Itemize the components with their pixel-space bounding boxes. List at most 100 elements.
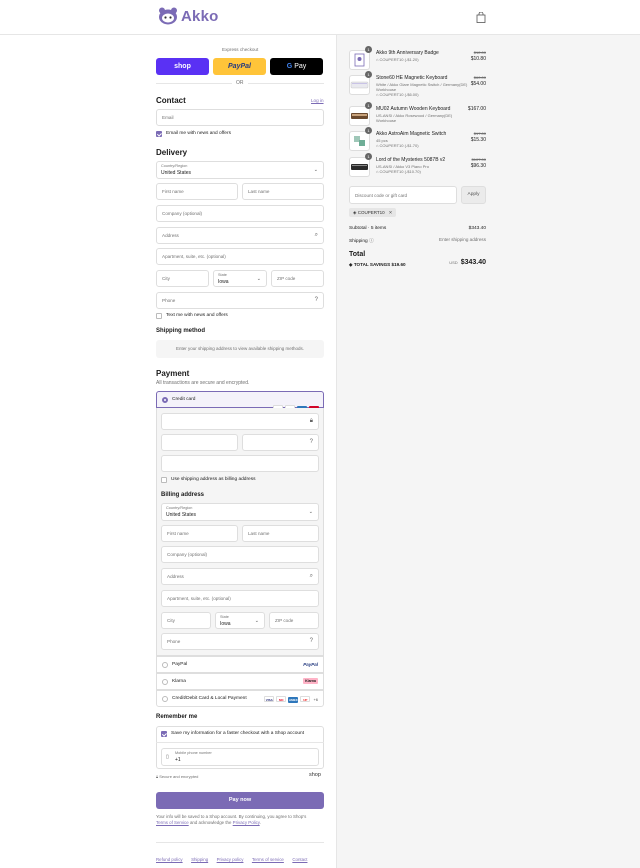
refund-policy-link[interactable]: Refund policy <box>156 857 183 862</box>
use-shipping-checkbox[interactable] <box>161 477 167 483</box>
shipping-value: Enter shipping address <box>439 237 486 242</box>
product-thumbnail <box>349 106 370 126</box>
secure-label: 🔒︎ Secure and encrypted <box>156 774 198 779</box>
close-icon[interactable]: ✕ <box>389 210 393 215</box>
billing-last-name-field[interactable]: Last name <box>242 525 319 542</box>
item-discount: ⌂ COUPERT10 (-$1.70) <box>376 143 419 148</box>
item-new-price: $54.00 <box>470 81 486 87</box>
total-amount: $343.40 <box>460 259 486 266</box>
contact-link[interactable]: Contact <box>292 857 307 862</box>
billing-apartment-field[interactable]: Apartment, suite, etc. (optional) <box>161 590 319 607</box>
apply-button[interactable]: Apply <box>461 186 486 204</box>
paypal-radio[interactable] <box>162 662 168 668</box>
discount-code-field[interactable]: Discount code or gift card <box>349 186 457 204</box>
item-new-price: $10.80 <box>470 56 486 62</box>
shipping-label-text: Shipping <box>349 239 368 244</box>
item-name: MU02 Autumn Wooden Keyboard <box>376 106 451 112</box>
google-pay-button[interactable]: G Pay <box>270 58 323 75</box>
pay-now-button[interactable]: Pay now <box>156 792 324 809</box>
billing-zip-field[interactable]: ZIP code <box>269 612 319 629</box>
legal-dot: . <box>259 820 261 825</box>
privacy-policy-link[interactable]: Privacy policy <box>217 857 244 862</box>
klarna-option[interactable]: Klarna Klarna <box>156 673 324 690</box>
more-cards-count: +6 <box>313 697 318 702</box>
paypal-logo: PayPal <box>303 662 318 667</box>
name-on-card-field[interactable] <box>161 455 319 472</box>
shop-logo: shop <box>309 772 321 778</box>
amex-icon: AMEX <box>288 697 299 703</box>
billing-first-name-field[interactable]: First name <box>161 525 238 542</box>
country-select[interactable]: Country/Region United States ⌄ <box>156 161 324 179</box>
klarna-radio[interactable] <box>162 679 168 685</box>
discount-placeholder: Discount code or gift card <box>355 193 408 198</box>
card-number-field[interactable]: 🔒︎ <box>161 413 319 430</box>
chevron-down-icon: ⌄ <box>308 509 313 515</box>
last-name-field[interactable]: Last name <box>242 183 324 200</box>
credit-card-radio[interactable] <box>162 397 168 403</box>
paypal-button[interactable]: PayPal <box>213 58 266 75</box>
phone-field[interactable]: Phone? <box>156 292 324 309</box>
card-brands: VISA MC AMEX UP +6 <box>262 696 318 703</box>
help-icon[interactable]: ⓘ <box>369 239 374 244</box>
paypal-label: PayPal <box>228 63 251 70</box>
terms-of-service-link[interactable]: Terms of service <box>252 857 284 862</box>
billing-address-field[interactable]: Address ⌕ <box>161 568 319 585</box>
billing-city-field[interactable]: City <box>161 612 211 629</box>
login-link[interactable]: Log in <box>311 98 324 103</box>
save-info-label: Save my information for a faster checkou… <box>171 731 305 736</box>
local-payment-radio[interactable] <box>162 696 168 702</box>
company-field[interactable]: Company (optional) <box>156 205 324 222</box>
shopping-bag-icon[interactable] <box>476 12 486 23</box>
total-value: USD $343.40 <box>420 251 486 269</box>
product-thumbnail <box>349 131 370 151</box>
paypal-option-label: PayPal <box>172 662 188 667</box>
shop-pay-button[interactable]: shop <box>156 58 209 75</box>
first-name-placeholder: First name <box>162 189 184 194</box>
billing-country-select[interactable]: Country/Region United States ⌄ <box>161 503 319 521</box>
save-info-checkbox[interactable] <box>161 731 167 737</box>
credit-card-label: Credit card <box>172 397 196 402</box>
help-icon[interactable]: ? <box>310 439 313 445</box>
billing-address-placeholder: Address <box>167 574 184 579</box>
terms-link[interactable]: Terms of Service <box>156 820 189 825</box>
paypal-option[interactable]: PayPal PayPal <box>156 656 324 673</box>
billing-phone-field[interactable]: Phone? <box>161 633 319 650</box>
billing-company-field[interactable]: Company (optional) <box>161 546 319 563</box>
search-icon: ⌕ <box>309 573 313 579</box>
credit-card-option[interactable]: Credit card VISAMCAMEXUP <box>156 391 324 412</box>
akko-logo[interactable]: Akko <box>158 7 218 25</box>
apartment-field[interactable]: Apartment, suite, etc. (optional) <box>156 248 324 265</box>
email-news-checkbox[interactable] <box>156 131 162 137</box>
city-field[interactable]: City <box>156 270 209 287</box>
first-name-field[interactable]: First name <box>156 183 238 200</box>
billing-state-label: State <box>220 615 229 619</box>
shipping-link[interactable]: Shipping <box>191 857 208 862</box>
item-old-price: $60.00 <box>473 75 486 80</box>
text-news-checkbox[interactable] <box>156 313 162 319</box>
privacy-link[interactable]: Privacy Policy <box>233 820 260 825</box>
email-news-label: Email me with news and offers <box>166 131 231 136</box>
address-field[interactable]: Address ⌕ <box>156 227 324 244</box>
expiry-field[interactable] <box>161 434 238 451</box>
billing-title: Billing address <box>161 492 205 498</box>
mobile-phone-field[interactable]: ▯ Mobile phone number +1 <box>161 748 319 766</box>
security-code-field[interactable]: ? <box>242 434 319 451</box>
item-discount-text: COUPERT10 (-$1.70) <box>379 143 419 148</box>
email-field[interactable]: Email <box>156 109 324 126</box>
subtotal-label: Subtotal · 5 items <box>349 226 387 231</box>
item-discount: ⌂ COUPERT10 (-$1.20) <box>376 57 419 62</box>
local-payment-option[interactable]: Credit/Debit Card & Local Payment VISA MC… <box>156 690 324 707</box>
billing-phone-placeholder: Phone <box>167 639 181 644</box>
shipping-method-note: Enter your shipping address to view avai… <box>156 340 324 358</box>
billing-state-select[interactable]: State Iowa ⌄ <box>215 612 265 629</box>
shipping-label: Shipping ⓘ <box>349 237 374 244</box>
state-select[interactable]: State Iowa ⌄ <box>213 270 267 287</box>
item-discount: ⌂ COUPERT10 (-$6.00) <box>376 92 419 97</box>
zip-field[interactable]: ZIP code <box>271 270 324 287</box>
legal-text: Your info will be saved to a Shop accoun… <box>156 814 326 826</box>
help-icon[interactable]: ? <box>315 297 318 303</box>
help-icon[interactable]: ? <box>310 638 313 644</box>
use-shipping-label: Use shipping address as billing address <box>171 477 256 482</box>
billing-first-name-placeholder: First name <box>167 531 189 536</box>
payment-subtitle: All transactions are secure and encrypte… <box>156 380 250 386</box>
